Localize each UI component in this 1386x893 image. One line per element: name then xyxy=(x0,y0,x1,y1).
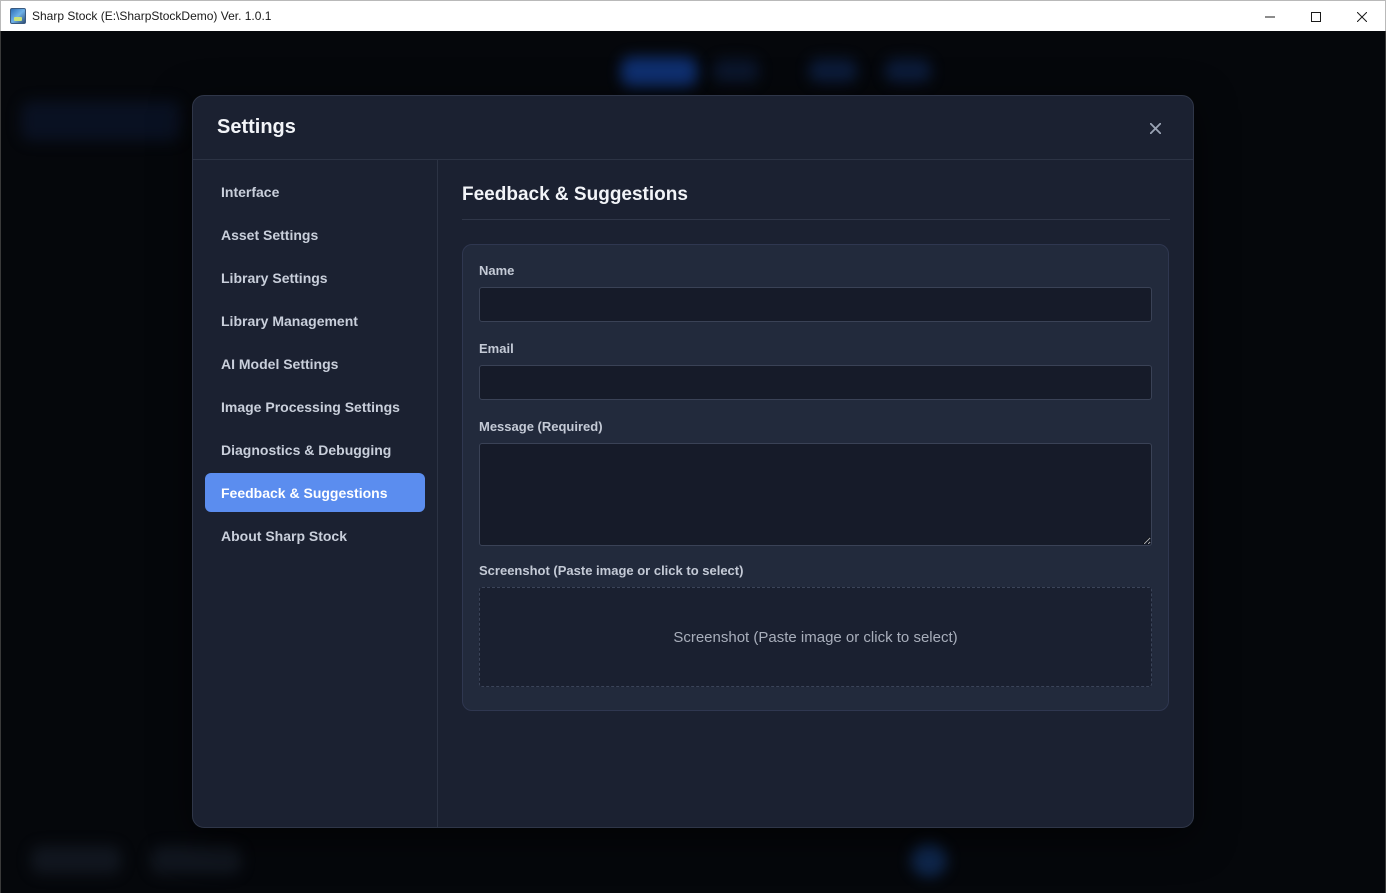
modal-body: Interface Asset Settings Library Setting… xyxy=(193,160,1193,827)
settings-sidebar: Interface Asset Settings Library Setting… xyxy=(193,160,438,827)
sidebar-item-library-settings[interactable]: Library Settings xyxy=(205,258,425,297)
modal-close-button[interactable] xyxy=(1145,118,1165,138)
screenshot-placeholder: Screenshot (Paste image or click to sele… xyxy=(673,628,958,646)
blurred-element xyxy=(885,59,931,83)
app-icon xyxy=(10,8,26,24)
name-field[interactable] xyxy=(479,287,1152,322)
maximize-button[interactable] xyxy=(1293,1,1339,32)
name-label: Name xyxy=(479,263,515,278)
window-title: Sharp Stock (E:\SharpStockDemo) Ver. 1.0… xyxy=(32,9,272,23)
sidebar-item-image-processing-settings[interactable]: Image Processing Settings xyxy=(205,387,425,426)
close-icon xyxy=(1149,122,1161,134)
maximize-icon xyxy=(1311,11,1321,22)
email-field[interactable] xyxy=(479,365,1152,400)
message-label: Message (Required) xyxy=(479,419,603,434)
blurred-element xyxy=(621,57,697,87)
sidebar-item-about[interactable]: About Sharp Stock xyxy=(205,516,425,555)
feedback-form: Name Email Message (Required) Screenshot… xyxy=(462,244,1169,711)
blurred-element xyxy=(31,846,121,874)
sidebar-item-feedback-suggestions[interactable]: Feedback & Suggestions xyxy=(205,473,425,512)
modal-title: Settings xyxy=(217,116,296,138)
blurred-element xyxy=(21,101,181,141)
sidebar-item-diagnostics-debugging[interactable]: Diagnostics & Debugging xyxy=(205,430,425,469)
close-icon xyxy=(1357,11,1367,22)
blurred-element xyxy=(151,846,241,874)
minimize-button[interactable] xyxy=(1247,1,1293,32)
blurred-element xyxy=(713,59,759,83)
modal-header: Settings xyxy=(193,96,1193,160)
screenshot-dropzone[interactable]: Screenshot (Paste image or click to sele… xyxy=(479,587,1152,687)
blurred-element xyxy=(809,59,857,83)
title-bar: Sharp Stock (E:\SharpStockDemo) Ver. 1.0… xyxy=(0,0,1386,31)
message-field[interactable] xyxy=(479,443,1152,546)
sidebar-item-library-management[interactable]: Library Management xyxy=(205,301,425,340)
sidebar-item-interface[interactable]: Interface xyxy=(205,172,425,211)
window-controls xyxy=(1247,1,1385,32)
blurred-element xyxy=(911,843,947,877)
screenshot-label: Screenshot (Paste image or click to sele… xyxy=(479,563,744,578)
settings-modal: Settings Interface Asset Settings Librar… xyxy=(192,95,1194,828)
section-title: Feedback & Suggestions xyxy=(462,184,1170,220)
minimize-icon xyxy=(1265,16,1275,17)
settings-content: Feedback & Suggestions Name Email Messag… xyxy=(438,160,1193,827)
sidebar-item-ai-model-settings[interactable]: AI Model Settings xyxy=(205,344,425,383)
email-label: Email xyxy=(479,341,514,356)
sidebar-item-asset-settings[interactable]: Asset Settings xyxy=(205,215,425,254)
window-close-button[interactable] xyxy=(1339,1,1385,32)
